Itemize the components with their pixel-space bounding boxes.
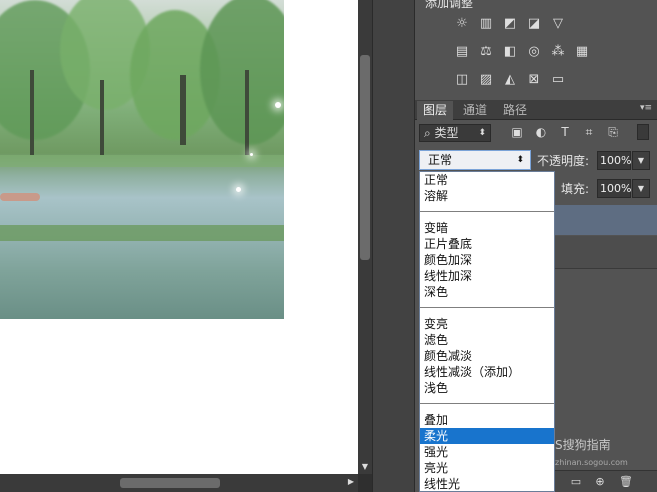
blend-mode-option[interactable]: 正常 bbox=[420, 172, 554, 188]
adjustment-filter-icon[interactable]: ◐ bbox=[533, 124, 549, 140]
blend-list-separator bbox=[420, 307, 554, 308]
blend-mode-option[interactable]: 溶解 bbox=[420, 188, 554, 204]
tab-paths[interactable]: 路径 bbox=[497, 101, 533, 120]
tab-layers[interactable]: 图层 bbox=[417, 101, 454, 120]
gradient-triangle-icon[interactable]: ▽ bbox=[549, 16, 567, 32]
right-panel: 添加调整 ☼ ▥ ◩ ◪ ▽ ▤ ⚖ ◧ ◎ ⁂ ▦ ◫ ▨ ◭ ⊠ ▭ 图层 … bbox=[414, 0, 657, 492]
blend-mode-option[interactable]: 颜色加深 bbox=[420, 252, 554, 268]
curves-icon[interactable]: ◩ bbox=[501, 16, 519, 32]
blend-mode-option[interactable]: 滤色 bbox=[420, 332, 554, 348]
watermark-url: zhinan.sogou.com bbox=[555, 458, 628, 467]
vibrance-icon[interactable]: ▤ bbox=[453, 44, 471, 60]
document-canvas[interactable] bbox=[0, 0, 358, 474]
tab-channels[interactable]: 通道 bbox=[457, 101, 493, 120]
blend-mode-select[interactable]: 正常 ⬍ bbox=[419, 150, 531, 170]
gradient-map-icon[interactable]: ▭ bbox=[549, 72, 567, 88]
black-white-icon[interactable]: ◧ bbox=[501, 44, 519, 60]
scroll-down-arrow-icon[interactable]: ▼ bbox=[360, 462, 370, 472]
blend-mode-option[interactable]: 变亮 bbox=[420, 316, 554, 332]
filter-toggle-icon[interactable] bbox=[637, 124, 649, 140]
fill-field[interactable]: 100% bbox=[597, 179, 631, 198]
blend-mode-option[interactable]: 变暗 bbox=[420, 220, 554, 236]
brightness-icon[interactable]: ☼ bbox=[453, 16, 471, 32]
layers-bottom-bar: ▭ ⊕ 🗑 bbox=[555, 470, 657, 492]
adjustments-row-2: ▤ ⚖ ◧ ◎ ⁂ ▦ bbox=[453, 44, 591, 60]
blend-mode-option[interactable]: 浅色 bbox=[420, 380, 554, 396]
blend-list-separator bbox=[420, 403, 554, 404]
adjustments-row-1: ☼ ▥ ◩ ◪ ▽ bbox=[453, 16, 567, 32]
smart-object-filter-icon[interactable]: ⎘ bbox=[605, 124, 621, 140]
updown-arrow-icon: ⬍ bbox=[516, 155, 524, 165]
selective-color-icon[interactable]: ⊠ bbox=[525, 72, 543, 88]
shape-filter-icon[interactable]: ⌗ bbox=[581, 124, 597, 140]
blend-mode-option[interactable]: 线性加深 bbox=[420, 268, 554, 284]
new-group-icon[interactable]: ▭ bbox=[569, 475, 583, 489]
blend-list-separator bbox=[420, 211, 554, 212]
vertical-scroll-thumb[interactable] bbox=[360, 55, 370, 260]
blend-mode-option[interactable]: 叠加 bbox=[420, 412, 554, 428]
blend-mode-dropdown-list: 正常 溶解变暗 正片叠底 颜色加深 线性加深 深色变亮 滤色 颜色减淡 线性减淡（添加） 浅色叠加… bbox=[419, 171, 555, 492]
color-balance-icon[interactable]: ⚖ bbox=[477, 44, 495, 60]
opacity-dropdown-icon[interactable]: ▼ bbox=[632, 151, 650, 170]
opacity-label: 不透明度: bbox=[537, 154, 590, 168]
levels-icon[interactable]: ▥ bbox=[477, 16, 495, 32]
adjustments-row-3: ◫ ▨ ◭ ⊠ ▭ bbox=[453, 72, 567, 88]
blend-mode-option[interactable]: 颜色减淡 bbox=[420, 348, 554, 364]
fill-label: 填充: bbox=[561, 182, 590, 196]
threshold-icon[interactable]: ◭ bbox=[501, 72, 519, 88]
blend-mode-option[interactable]: 线性光 bbox=[420, 476, 554, 491]
layer-row[interactable] bbox=[555, 236, 657, 269]
fill-dropdown-icon[interactable]: ▼ bbox=[632, 179, 650, 198]
photo-filter-icon[interactable]: ◎ bbox=[525, 44, 543, 60]
blend-mode-option[interactable]: 正片叠底 bbox=[420, 236, 554, 252]
blend-mode-option[interactable]: 柔光 bbox=[420, 428, 554, 444]
blend-mode-option[interactable]: 线性减淡（添加） bbox=[420, 364, 554, 380]
exposure-icon[interactable]: ◪ bbox=[525, 16, 543, 32]
panel-dock-strip bbox=[372, 0, 414, 492]
type-filter-icon[interactable]: T bbox=[557, 124, 573, 140]
blend-mode-option[interactable]: 强光 bbox=[420, 444, 554, 460]
channel-mixer-icon[interactable]: ⁂ bbox=[549, 44, 567, 60]
horizontal-scrollbar[interactable]: ▶ bbox=[0, 474, 358, 492]
blend-mode-value: 正常 bbox=[428, 153, 453, 167]
horizontal-scroll-thumb[interactable] bbox=[120, 478, 220, 488]
vertical-scrollbar[interactable]: ▼ bbox=[358, 0, 372, 474]
invert-icon[interactable]: ◫ bbox=[453, 72, 471, 88]
pixel-filter-icon[interactable]: ▣ bbox=[509, 124, 525, 140]
delete-layer-icon[interactable]: 🗑 bbox=[619, 475, 633, 489]
scroll-right-arrow-icon[interactable]: ▶ bbox=[348, 477, 354, 486]
new-layer-icon[interactable]: ⊕ bbox=[593, 475, 607, 489]
scrollbar-corner bbox=[358, 474, 372, 492]
watermark-logo: S搜狗指南 bbox=[555, 438, 611, 452]
panel-menu-icon[interactable]: ▾≡ bbox=[640, 103, 652, 113]
color-lookup-icon[interactable]: ▦ bbox=[573, 44, 591, 60]
layers-panel-tabs: 图层 通道 路径 ▾≡ bbox=[415, 100, 657, 120]
search-icon: ⌕ bbox=[424, 126, 435, 140]
adjustments-title: 添加调整 bbox=[425, 0, 474, 10]
updown-arrow-icon: ⬍ bbox=[478, 128, 486, 138]
layer-filter-label: 类型 bbox=[434, 126, 459, 140]
blend-mode-option[interactable]: 亮光 bbox=[420, 460, 554, 476]
layer-row-selected[interactable] bbox=[555, 205, 657, 235]
blend-mode-option[interactable]: 深色 bbox=[420, 284, 554, 300]
canvas-photo bbox=[0, 0, 284, 319]
layer-filter-select[interactable]: ⌕ 类型 ⬍ bbox=[419, 124, 491, 142]
posterize-icon[interactable]: ▨ bbox=[477, 72, 495, 88]
opacity-field[interactable]: 100% bbox=[597, 151, 631, 170]
